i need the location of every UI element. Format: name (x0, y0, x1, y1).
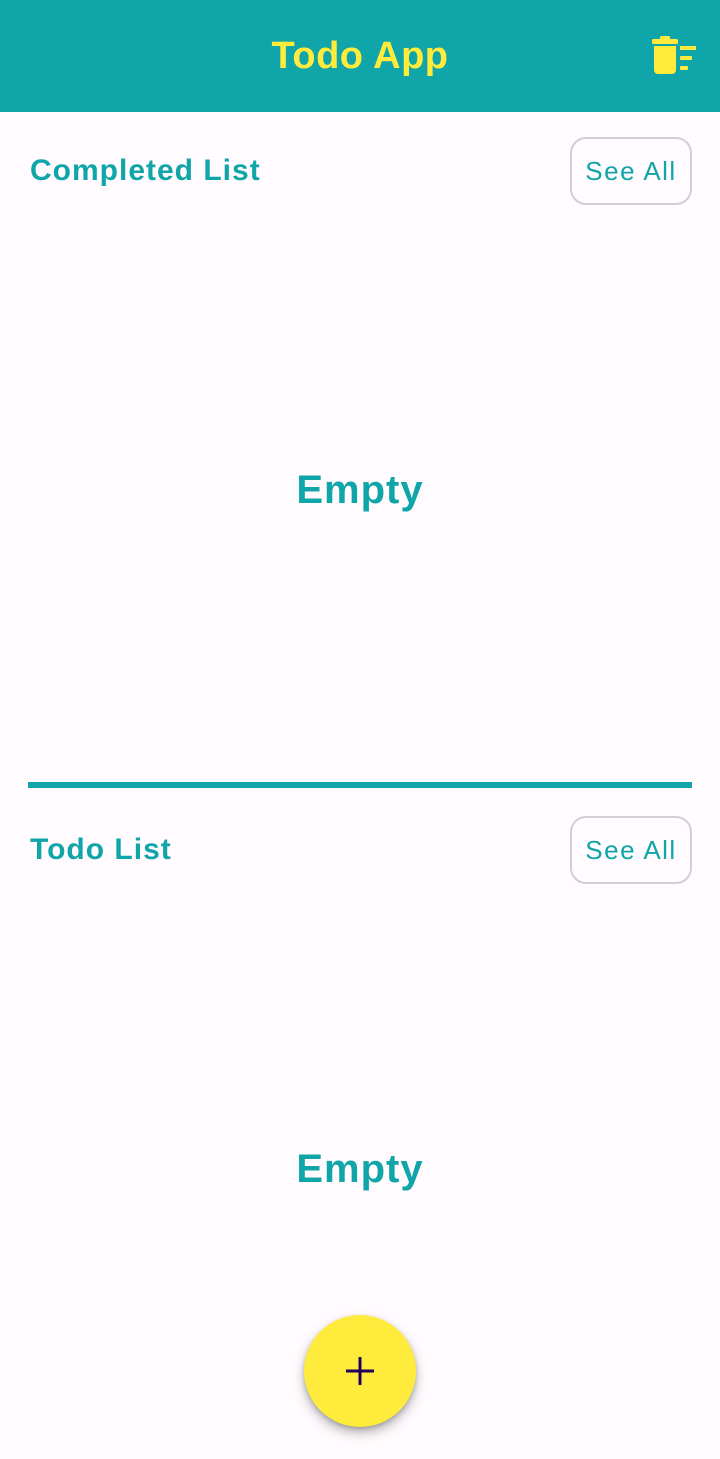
section-divider (28, 782, 692, 788)
completed-section-header: Completed List See All (30, 137, 692, 205)
todo-empty-label: Empty (296, 1147, 424, 1191)
todo-see-all-button[interactable]: See All (570, 816, 692, 884)
completed-list-title: Completed List (30, 154, 261, 187)
plus-icon (346, 1357, 374, 1385)
delete-sweep-icon (652, 36, 696, 74)
add-todo-button[interactable] (304, 1315, 416, 1427)
todo-list-title: Todo List (30, 833, 172, 866)
todo-section-header: Todo List See All (30, 816, 692, 884)
todo-app-screen: Todo App Completed List See All Empty To… (0, 0, 720, 1459)
app-bar: Todo App (0, 0, 720, 112)
app-title: Todo App (271, 35, 449, 77)
completed-see-all-button[interactable]: See All (570, 137, 692, 205)
clear-all-button[interactable] (646, 30, 702, 82)
completed-empty-label: Empty (296, 468, 424, 512)
